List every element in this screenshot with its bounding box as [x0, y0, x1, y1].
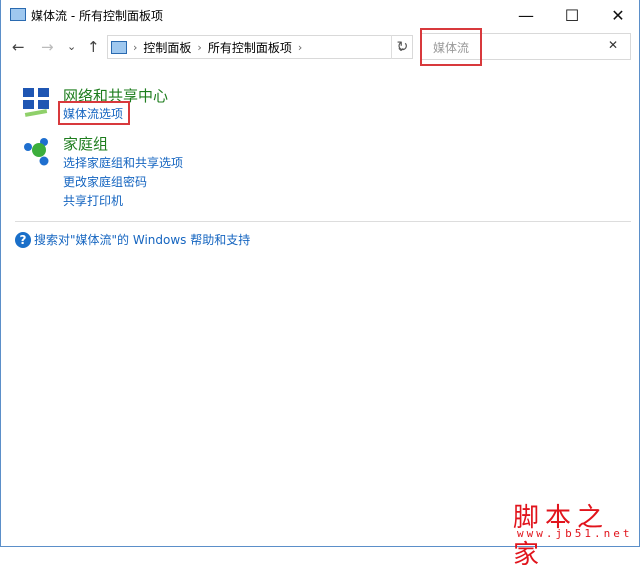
watermark-url: www.jb51.net: [517, 527, 633, 540]
windows-help-link[interactable]: ? 搜索对"媒体流"的 Windows 帮助和支持: [15, 231, 250, 248]
homegroup-sharing-options-link[interactable]: 选择家庭组和共享选项: [63, 154, 183, 171]
highlight-box: [58, 101, 130, 125]
recent-locations-button[interactable]: ⌄: [67, 40, 76, 53]
minimize-button[interactable]: —: [503, 0, 549, 30]
close-button[interactable]: ✕: [595, 0, 640, 30]
forward-button[interactable]: →: [41, 38, 54, 56]
homegroup-icon: [21, 136, 53, 168]
address-bar[interactable]: › 控制面板 › 所有控制面板项 › ⌄: [107, 35, 413, 59]
refresh-button[interactable]: ↻: [391, 35, 413, 59]
help-link-text[interactable]: 搜索对"媒体流"的 Windows 帮助和支持: [34, 231, 250, 248]
share-printers-link[interactable]: 共享打印机: [63, 192, 123, 209]
breadcrumb-all-items[interactable]: 所有控制面板项: [208, 39, 292, 56]
breadcrumb-control-panel[interactable]: 控制面板: [143, 39, 191, 56]
control-panel-icon: [111, 40, 127, 54]
breadcrumb-separator: ›: [197, 40, 202, 54]
clear-search-button[interactable]: ✕: [608, 38, 618, 52]
back-button[interactable]: ←: [12, 38, 25, 56]
result-homegroup[interactable]: 家庭组: [63, 133, 108, 154]
network-sharing-center-icon: [21, 86, 53, 118]
highlight-box: [420, 28, 482, 66]
change-homegroup-password-link[interactable]: 更改家庭组密码: [63, 173, 147, 190]
window-title: 媒体流 - 所有控制面板项: [31, 9, 163, 23]
up-button[interactable]: ↑: [87, 38, 100, 56]
breadcrumb-separator[interactable]: ›: [298, 41, 302, 54]
control-panel-icon: [10, 8, 26, 21]
divider: [15, 221, 631, 222]
help-icon: ?: [15, 231, 31, 248]
breadcrumb-separator: ›: [133, 40, 138, 54]
maximize-button[interactable]: ☐: [549, 0, 595, 30]
